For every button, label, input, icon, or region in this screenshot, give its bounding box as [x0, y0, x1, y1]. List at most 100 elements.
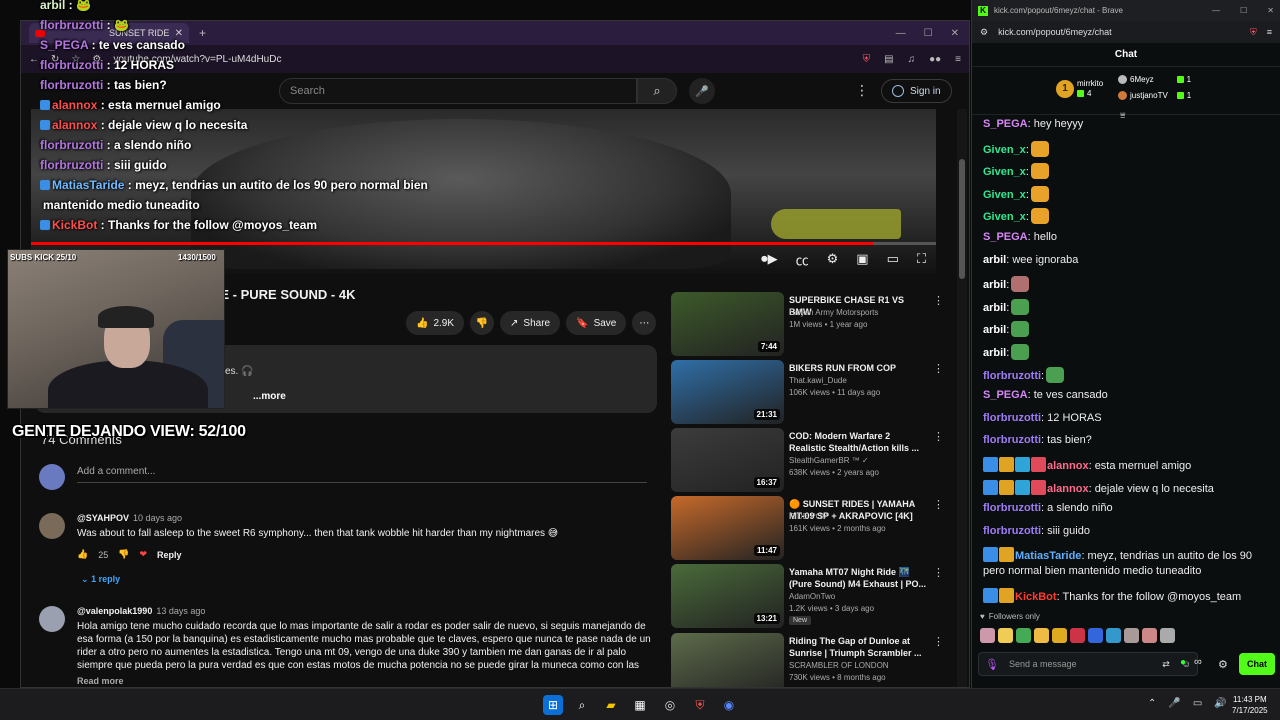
taskbar-clock[interactable]: 11:43 PM 7/17/2025	[1232, 694, 1268, 716]
related-thumbnail[interactable]: 13:21	[671, 564, 784, 628]
related-thumbnail[interactable]: 16:37	[671, 428, 784, 492]
settings-gear-icon[interactable]: ⚙	[827, 251, 839, 267]
chat-message[interactable]: S_PEGA: hello	[983, 231, 1057, 243]
close-window-icon[interactable]: ✕	[1267, 6, 1274, 15]
discord-icon[interactable]: ◉	[719, 695, 739, 715]
related-channel[interactable]: SCRAMBLER OF LONDON	[789, 661, 889, 670]
miniplayer-icon[interactable]: ▣	[856, 251, 868, 267]
volume-icon[interactable]: 🔊	[1214, 698, 1226, 709]
translate-icon[interactable]: ⇄	[1162, 659, 1170, 670]
chat-message[interactable]: arbil: wee ignoraba	[983, 254, 1078, 266]
chat-username[interactable]: alannox	[1047, 460, 1089, 472]
related-video-item[interactable]: 21:31 BIKERS RUN FROM COP That.kawi_Dude 10…	[671, 360, 956, 424]
chat-message[interactable]: MatiasTaride: meyz, tendrias un autito d…	[983, 547, 1252, 563]
related-channel[interactable]: StealthGamerBR ™ ✓	[789, 456, 869, 465]
back-arrow-icon[interactable]: ←	[29, 54, 39, 65]
related-channel[interactable]: AdamOnTwo	[789, 592, 835, 601]
emote-icon[interactable]	[1034, 628, 1049, 643]
send-chat-button[interactable]: Chat	[1239, 653, 1275, 675]
brave-shield-icon[interactable]: ⛨	[1250, 27, 1257, 38]
comment-dislike-icon[interactable]: 👎	[118, 549, 129, 560]
store-icon[interactable]: ▦	[630, 695, 650, 715]
emote-icon[interactable]	[998, 628, 1013, 643]
related-video-item[interactable]: Riding The Gap of Dunloe at Sunrise | Tr…	[671, 633, 956, 687]
emote-icon[interactable]	[1070, 628, 1085, 643]
related-video-item[interactable]: 16:37 COD: Modern Warfare 2 Realistic Ste…	[671, 428, 956, 492]
chat-message[interactable]: arbil:	[983, 276, 1030, 293]
related-more-icon[interactable]: ⋮	[933, 430, 944, 443]
description-more-link[interactable]: ...more	[253, 391, 286, 402]
brave-browser-icon[interactable]: ⛨	[690, 695, 710, 715]
chat-message[interactable]: florbruzotti: tas bien?	[983, 434, 1092, 446]
autoplay-toggle-icon[interactable]: ⏺▶	[761, 251, 778, 267]
chat-message[interactable]: S_PEGA: te ves cansado	[983, 389, 1108, 401]
extensions-icon[interactable]: ●●	[929, 54, 941, 65]
obs-icon[interactable]: ◎	[660, 695, 680, 715]
emote-icon[interactable]	[1124, 628, 1139, 643]
related-title[interactable]: Yamaha MT07 Night Ride 🌃 (Pure Sound) M4…	[789, 566, 929, 590]
pinned-messages-icon[interactable]: ⩸	[1120, 110, 1125, 121]
chat-message[interactable]: florbruzotti:	[983, 366, 1065, 383]
file-explorer-icon[interactable]: ▰	[601, 695, 621, 715]
leader-third[interactable]: justjanoTV 1	[1118, 91, 1191, 100]
emote-icon[interactable]	[1106, 628, 1121, 643]
tray-mic-icon[interactable]: 🎤	[1168, 698, 1180, 709]
microphone-icon[interactable]: 🎙	[985, 658, 999, 671]
view-replies-button[interactable]: ⌄ 1 reply	[81, 574, 120, 585]
more-actions-button[interactable]: ⋯	[632, 311, 657, 335]
chat-message[interactable]: florbruzotti: a slendo niño	[983, 502, 1113, 514]
captions-icon[interactable]: ㏄	[796, 250, 809, 269]
comment-author[interactable]: @valenpolak1990 13 days ago	[77, 606, 205, 616]
chat-username[interactable]: S_PEGA	[983, 389, 1028, 401]
chat-username[interactable]: florbruzotti	[983, 370, 1041, 382]
chat-username[interactable]: arbil	[983, 279, 1006, 291]
network-icon[interactable]: ▭	[1193, 698, 1202, 709]
sign-in-button[interactable]: Sign in	[881, 79, 952, 103]
chat-username[interactable]: S_PEGA	[983, 118, 1028, 130]
search-icon[interactable]: ⌕	[637, 78, 677, 104]
search-icon[interactable]: ⌕	[572, 695, 592, 715]
read-more-link[interactable]: Read more	[77, 676, 124, 686]
scrollbar-thumb[interactable]	[959, 159, 965, 279]
chat-message[interactable]: florbruzotti: siii guido	[983, 525, 1090, 537]
chat-message[interactable]: arbil:	[983, 344, 1030, 360]
comment-like-icon[interactable]: 👍	[77, 549, 88, 560]
chat-username[interactable]: florbruzotti	[983, 412, 1041, 424]
chat-username[interactable]: alannox	[1047, 483, 1089, 495]
theater-mode-icon[interactable]: ▭	[887, 251, 899, 267]
related-channel[interactable]: That.kawi_Dude	[789, 376, 847, 385]
related-thumbnail[interactable]: 21:31	[671, 360, 784, 424]
chat-message[interactable]: pero normal bien mantenido medio tuneadi…	[983, 565, 1201, 577]
maximize-icon[interactable]: ☐	[924, 28, 933, 39]
brave-shield-icon[interactable]: ⛨	[863, 54, 871, 65]
leader-second[interactable]: 6Meyz 1	[1118, 75, 1191, 84]
more-options-icon[interactable]: ⋮	[855, 82, 869, 99]
menu-icon[interactable]: ≡	[955, 54, 961, 65]
maximize-icon[interactable]: ☐	[1240, 6, 1247, 15]
chat-message[interactable]: Given_x:	[983, 163, 1049, 180]
dislike-button[interactable]: 👎	[470, 311, 495, 335]
chat-username[interactable]: florbruzotti	[983, 502, 1041, 514]
chat-username[interactable]: S_PEGA	[983, 231, 1028, 243]
tray-chevron-up-icon[interactable]: ⌃	[1148, 698, 1156, 709]
chat-message[interactable]: arbil:	[983, 298, 1030, 315]
related-more-icon[interactable]: ⋮	[933, 566, 944, 579]
add-comment-input[interactable]: Add a comment...	[77, 466, 647, 483]
emote-icon[interactable]	[1160, 628, 1175, 643]
chat-message[interactable]: S_PEGA: hey heyyy	[983, 118, 1083, 130]
related-more-icon[interactable]: ⋮	[933, 635, 944, 648]
minimize-icon[interactable]: —	[896, 28, 906, 39]
comment-author[interactable]: @SYAHPOV 10 days ago	[77, 513, 182, 523]
chat-message[interactable]: alannox: esta mernuel amigo	[983, 457, 1191, 472]
chat-message-input[interactable]: 🎙 Send a message ⇄ ☺	[978, 652, 1198, 676]
chat-message[interactable]: florbruzotti: 12 HORAS	[983, 412, 1102, 424]
emote-icon[interactable]	[980, 628, 995, 643]
site-info-icon[interactable]: ⚙	[980, 27, 988, 38]
points-icon[interactable]: ●	[1180, 657, 1186, 668]
chat-message[interactable]: Given_x:	[983, 140, 1049, 157]
sidebar-icon[interactable]: ▤	[884, 54, 893, 65]
chat-username[interactable]: Given_x	[983, 144, 1026, 156]
related-thumbnail[interactable]: 11:47	[671, 496, 784, 560]
related-title[interactable]: Riding The Gap of Dunloe at Sunrise | Tr…	[789, 635, 929, 659]
chat-message[interactable]: KickBot: Thanks for the follow @moyos_te…	[983, 587, 1241, 603]
